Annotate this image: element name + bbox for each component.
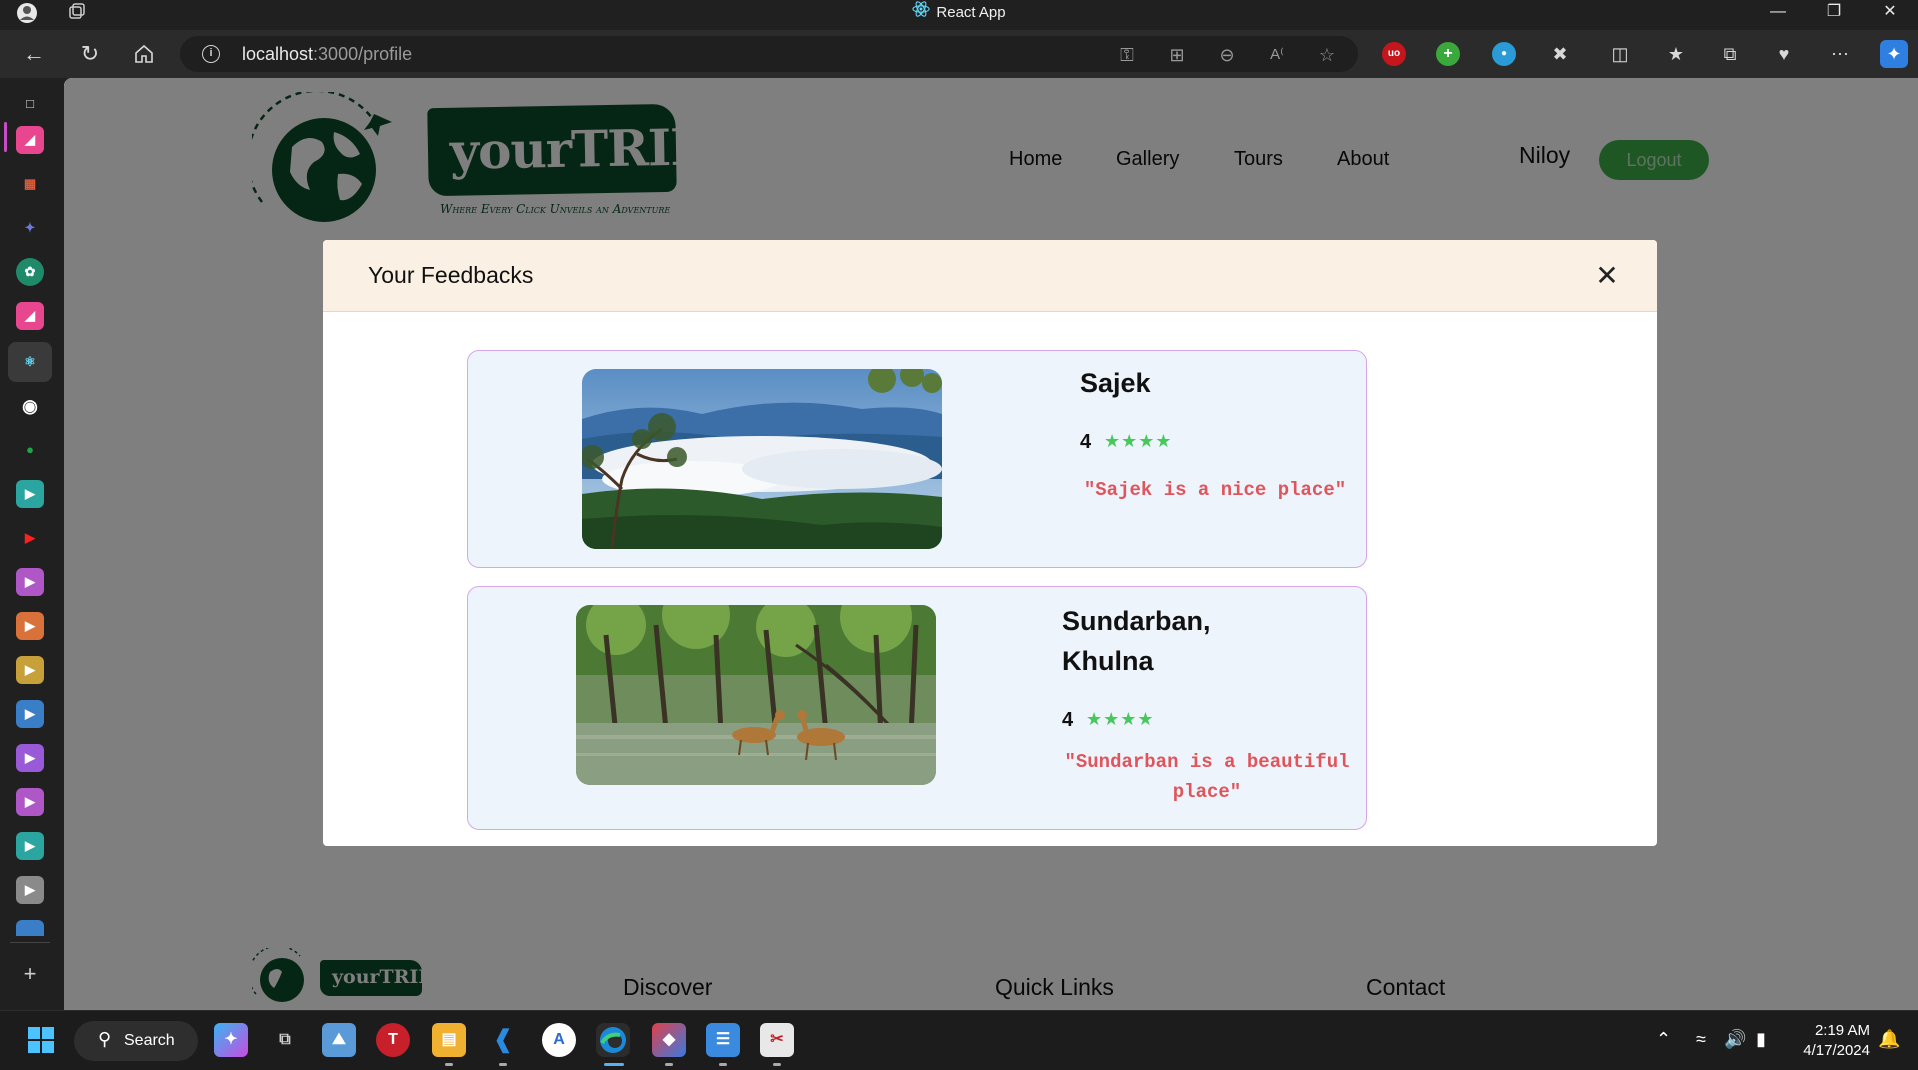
new-tab-plus-icon[interactable]: +	[16, 960, 44, 988]
browser-sidebar: □ ◢ ▦ ✦ ✿ ◢ ⚛ ◉ ● ▶ ▶ ▶ ▶ ▶ ▶ ▶ ▶ ▶ ▶ +	[0, 78, 64, 1010]
browser-essentials-icon[interactable]: ♥	[1770, 40, 1798, 68]
video-tab-10-icon[interactable]	[16, 920, 44, 936]
feedback-place-name-line2: Khulna	[1062, 646, 1154, 676]
window-title-bar: React App — ❐ ✕	[0, 0, 1918, 30]
close-window-button[interactable]: ✕	[1862, 0, 1918, 26]
mongodb-tab-icon[interactable]: ●	[16, 436, 44, 464]
modal-title: Your Feedbacks	[368, 262, 534, 288]
video-tab-3-icon[interactable]: ▶	[16, 612, 44, 640]
feedback-rating-value: 4	[1062, 709, 1074, 731]
chatgpt-tab-icon[interactable]: ✿	[16, 258, 44, 286]
tab-actions-icon[interactable]: □	[16, 90, 44, 118]
wifi-icon[interactable]: ≈	[1696, 1029, 1706, 1050]
feedback-card: Sajek 4 ★★★★ "Sajek is a nice place"	[467, 350, 1367, 568]
t-app-icon[interactable]: T	[376, 1023, 410, 1057]
key-icon[interactable]: ⚿	[1114, 42, 1140, 68]
react-app-tab-icon[interactable]: ⚛	[16, 348, 44, 376]
window-title: React App	[0, 0, 1918, 30]
pinned-tab-star-icon[interactable]: ✦	[16, 214, 44, 242]
split-screen-icon[interactable]: ◫	[1606, 40, 1634, 68]
back-arrow-icon[interactable]: ←	[18, 38, 50, 70]
copilot-icon[interactable]: ✦	[1880, 40, 1908, 68]
ublock-extension-icon[interactable]: uo	[1382, 42, 1406, 66]
home-icon[interactable]	[128, 38, 160, 70]
windows-taskbar: ⚲ Search ✦ ⧉ ⛰ T ▤ ❰ A ◆ ☰ ✂ ⌃ ≈ 🔊 ▮ 2:1…	[0, 1010, 1918, 1070]
browser-toolbar: ← ↻ i localhost:3000/profile ⚿ ⊞ ⊖ A⁽ ☆ …	[0, 30, 1918, 78]
green-plus-extension-icon[interactable]: +	[1436, 42, 1460, 66]
star-rating-icon: ★★★★	[1104, 431, 1173, 451]
task-view-icon[interactable]: ⧉	[268, 1023, 302, 1057]
video-tab-5-icon[interactable]: ▶	[16, 700, 44, 728]
taskbar-clock[interactable]: 2:19 AM 4/17/2024	[1790, 1021, 1870, 1061]
feedback-modal: Your Feedbacks ✕ Sajek 4 ★★★★ "Sajek is …	[323, 240, 1657, 846]
video-tab-8-icon[interactable]: ▶	[16, 832, 44, 860]
github-tab-icon[interactable]: ◉	[16, 392, 44, 420]
app-store-a-icon[interactable]: A	[542, 1023, 576, 1057]
show-hidden-icons-chevron-icon[interactable]: ⌃	[1656, 1029, 1671, 1050]
sundarban-photo	[576, 605, 936, 785]
edge-browser-icon[interactable]	[596, 1023, 630, 1057]
video-tab-2-icon[interactable]: ▶	[16, 568, 44, 596]
pinned-tab-pink-icon[interactable]: ◢	[16, 126, 44, 154]
video-tab-7-icon[interactable]: ▶	[16, 788, 44, 816]
video-tab-1-icon[interactable]: ▶	[16, 480, 44, 508]
git-app-icon[interactable]: ◆	[652, 1023, 686, 1057]
notepad-icon[interactable]: ☰	[706, 1023, 740, 1057]
volume-icon[interactable]: 🔊	[1724, 1029, 1746, 1050]
pinned-tab-colorful-icon[interactable]: ▦	[16, 170, 44, 198]
feedback-place-name-line1: Sundarban,	[1062, 606, 1211, 636]
battery-icon[interactable]: ▮	[1756, 1029, 1766, 1050]
video-tab-6-icon[interactable]: ▶	[16, 744, 44, 772]
favorites-icon[interactable]: ★	[1662, 40, 1690, 68]
minimize-button[interactable]: —	[1750, 0, 1806, 26]
url-text[interactable]: localhost:3000/profile	[242, 44, 412, 65]
clock-time: 2:19 AM	[1814, 1022, 1870, 1039]
feedback-comment-line1: "Sundarban is a beautiful	[1064, 751, 1350, 773]
photos-app-icon[interactable]: ⛰	[322, 1023, 356, 1057]
pinned-tab-pink-2-icon[interactable]: ◢	[16, 302, 44, 330]
window-title-text: React App	[936, 3, 1006, 21]
feedback-card: Sundarban, Khulna 4 ★★★★ "Sundarban is a…	[467, 586, 1367, 830]
zoom-out-icon[interactable]: ⊖	[1214, 42, 1240, 68]
modal-header: Your Feedbacks ✕	[323, 240, 1657, 312]
refresh-icon[interactable]: ↻	[74, 38, 106, 70]
youtube-tab-icon[interactable]: ▶	[16, 524, 44, 552]
collections-icon[interactable]: ⧉	[1716, 40, 1744, 68]
sajek-photo	[582, 369, 942, 549]
more-menu-icon[interactable]: ⋯	[1826, 40, 1854, 68]
read-aloud-icon[interactable]: A⁽	[1264, 42, 1290, 68]
notifications-bell-icon[interactable]: 🔔	[1878, 1029, 1900, 1050]
clock-date: 4/17/2024	[1803, 1042, 1870, 1059]
feedback-comment-line2: place"	[1172, 781, 1242, 803]
react-icon	[912, 0, 931, 26]
close-icon[interactable]: ✕	[1591, 260, 1623, 292]
app-available-icon[interactable]: ⊞	[1164, 42, 1190, 68]
windows-start-icon[interactable]	[24, 1023, 58, 1057]
vscode-icon[interactable]: ❰	[486, 1023, 520, 1057]
copilot-pre-icon[interactable]: ✦	[214, 1023, 248, 1057]
page-viewport: yourTRIP Where Every Click Unveils an Ad…	[64, 78, 1918, 1010]
video-tab-9-icon[interactable]: ▶	[16, 876, 44, 904]
colorful-extension-icon[interactable]: ●	[1492, 42, 1516, 66]
star-rating-icon: ★★★★	[1086, 709, 1155, 729]
site-info-icon[interactable]: i	[202, 45, 220, 63]
feedback-rating-value: 4	[1080, 431, 1092, 453]
feedback-place-name: Sajek	[1080, 368, 1151, 398]
taskbar-search-button[interactable]: ⚲ Search	[74, 1021, 198, 1061]
restore-button[interactable]: ❐	[1806, 0, 1862, 26]
snipping-tool-icon[interactable]: ✂	[760, 1023, 794, 1057]
search-icon: ⚲	[98, 1029, 112, 1049]
extensions-icon[interactable]: ✖	[1546, 40, 1574, 68]
feedback-comment: "Sajek is a nice place"	[1083, 479, 1347, 501]
favorite-star-icon[interactable]: ☆	[1314, 42, 1340, 68]
video-tab-4-icon[interactable]: ▶	[16, 656, 44, 684]
file-explorer-icon[interactable]: ▤	[432, 1023, 466, 1057]
address-bar[interactable]: i localhost:3000/profile ⚿ ⊞ ⊖ A⁽ ☆	[180, 36, 1358, 72]
